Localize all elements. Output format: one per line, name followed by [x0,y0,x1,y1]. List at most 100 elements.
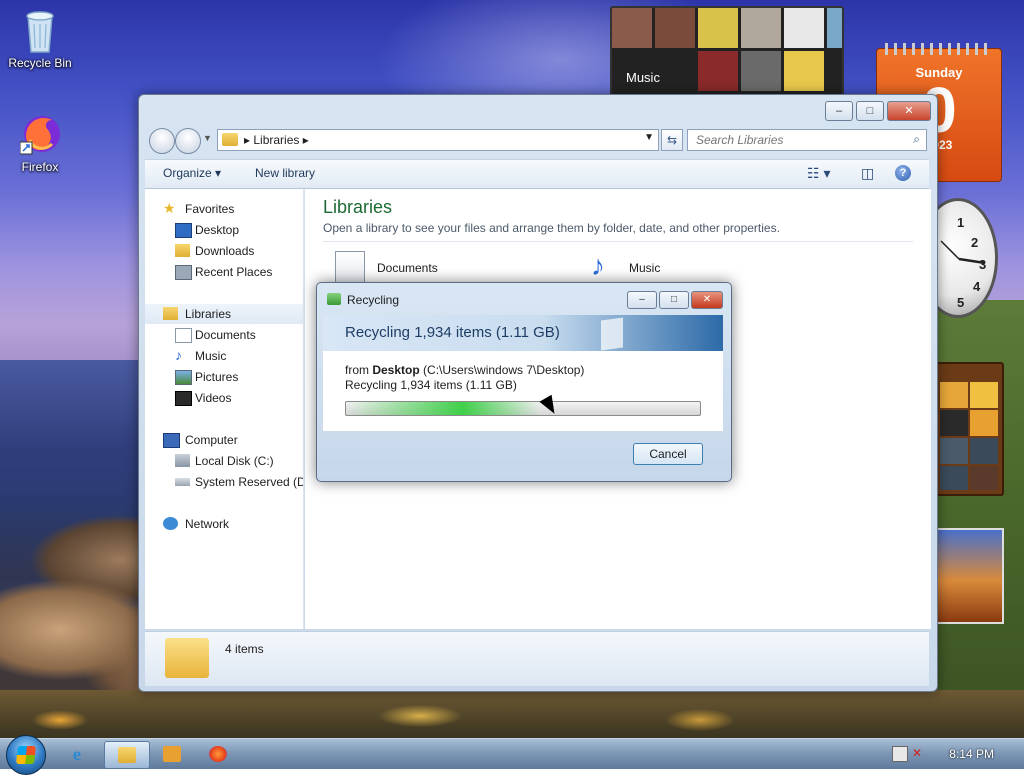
recycling-dialog[interactable]: Recycling – □ ✕ Recycling 1,934 items (1.1… [316,282,732,482]
media-tile[interactable] [741,8,781,48]
cancel-button[interactable]: Cancel [633,443,703,465]
picture-puzzle-gadget[interactable] [934,362,1004,496]
local-disk-icon [175,454,190,467]
recent-places-icon [175,265,192,280]
nav-item-downloads[interactable]: Downloads [145,241,303,261]
nav-item-label: Music [195,349,227,363]
dialog-banner: Recycling 1,934 items (1.11 GB) [323,315,723,351]
maximize-button[interactable]: □ [659,291,689,309]
close-button[interactable]: ✕ [691,291,723,309]
windows-explorer-icon [118,747,136,763]
media-center-gadget[interactable]: Music [610,6,844,100]
nav-item-desktop[interactable]: Desktop [145,220,303,240]
desktop-icon-firefox[interactable]: Firefox [0,112,80,174]
action-center-icon[interactable] [892,746,908,762]
taskbar-internet-explorer[interactable]: e [60,741,104,767]
nav-item-label: Downloads [195,244,255,258]
media-tile[interactable] [612,8,652,48]
help-icon[interactable]: ? [895,165,911,181]
address-dropdown-icon[interactable]: ▼ [644,132,654,143]
nav-favorites[interactable]: ★ Favorites [145,199,303,219]
firefox-icon [19,112,60,156]
preview-pane-icon[interactable]: ◫ [861,165,874,182]
start-button[interactable] [6,735,46,775]
recycling-icon [327,293,341,305]
libraries-folder-icon [165,638,209,678]
recent-pages-chevron-icon[interactable]: ▼ [203,133,212,143]
source-line: from Desktop (C:\Users\windows 7\Desktop… [345,363,584,377]
window-caption-buttons: – □ ✕ [822,101,931,121]
nav-libraries[interactable]: Libraries [145,304,303,324]
nav-network-label: Network [185,517,230,531]
media-play-icon[interactable] [741,51,781,91]
refresh-button[interactable]: ⇆ [661,129,683,151]
breadcrumb[interactable]: ▸ Libraries ▸ [244,133,309,147]
nav-computer[interactable]: Computer [145,430,303,450]
media-player-icon [163,746,181,762]
nav-item-system-reserved[interactable]: System Reserved (D: [145,472,303,492]
media-tile[interactable] [784,8,824,48]
media-gadget-label: Music [626,70,660,85]
search-box[interactable]: ⌕ [687,129,927,151]
nav-item-music[interactable]: ♪ Music [145,346,303,366]
nav-item-recent-places[interactable]: Recent Places [145,262,303,282]
address-bar[interactable]: ▸ Libraries ▸ ▼ [217,129,659,151]
back-button[interactable] [149,128,175,154]
nav-item-documents[interactable]: Documents [145,325,303,345]
library-music[interactable]: ♪ Music [591,251,751,285]
firefox-icon [209,746,227,762]
recycle-bin-icon [20,8,60,53]
puzzle-tiles [940,382,998,490]
media-tile[interactable] [784,51,824,91]
media-tile[interactable] [698,51,738,91]
close-button[interactable]: ✕ [887,101,931,121]
desktop-icon-recycle-bin[interactable]: Recycle Bin [0,8,80,70]
nav-item-local-disk[interactable]: Local Disk (C:) [145,451,303,471]
divider [323,241,913,242]
desktop-icon-label: Recycle Bin [8,56,72,70]
flying-page-icon [601,317,623,351]
nav-network[interactable]: Network [145,514,303,534]
navigation-pane: ★ Favorites Desktop Downloads Recent Pla… [145,189,304,629]
media-tile[interactable] [827,8,842,48]
media-tile[interactable] [698,8,738,48]
slide-show-gadget[interactable] [934,528,1004,624]
new-library-button[interactable]: New library [255,166,315,180]
nav-computer-label: Computer [185,433,238,447]
library-label: Music [629,261,661,275]
minimize-button[interactable]: – [627,291,657,309]
minimize-button[interactable]: – [825,101,853,121]
detail-line: Recycling 1,934 items (1.11 GB) [345,378,517,392]
taskbar-media-player[interactable] [150,741,194,767]
windows-logo-icon [16,746,36,764]
breadcrumb-libraries[interactable]: Libraries [253,133,299,147]
forward-button[interactable] [175,128,201,154]
wallpaper-flowers [0,690,1024,738]
from-prefix: from [345,363,369,377]
taskbar-windows-explorer[interactable] [104,741,150,769]
navigation-row: ▼ ▸ Libraries ▸ ▼ ⇆ ⌕ [147,127,929,154]
taskbar-firefox[interactable] [196,741,240,767]
maximize-button[interactable]: □ [856,101,884,121]
calendar-rings [885,43,993,55]
library-documents[interactable]: Documents [335,251,495,285]
nav-item-label: Local Disk (C:) [195,454,274,468]
command-bar: Organize ▾ New library ☷ ▾ ◫ ? [145,159,929,189]
taskbar-clock[interactable]: 8:14 PM [949,747,994,761]
media-tile[interactable] [655,8,695,48]
search-input[interactable] [694,130,908,150]
search-icon[interactable]: ⌕ [913,132,920,147]
star-icon: ★ [163,200,176,216]
change-view-icon[interactable]: ☷ ▾ [807,165,830,182]
nav-item-pictures[interactable]: Pictures [145,367,303,387]
details-pane: 4 items [145,631,929,686]
volume-muted-icon[interactable]: ✕ [912,746,926,760]
source-path: (C:\Users\windows 7\Desktop) [423,363,585,377]
nav-item-label: Videos [195,391,232,405]
dialog-title: Recycling [347,293,400,307]
nav-item-videos[interactable]: Videos [145,388,303,408]
music-library-icon: ♪ [591,250,605,281]
music-note-icon: ♪ [175,347,182,363]
organize-button[interactable]: Organize ▾ [163,166,221,180]
dialog-headline: Recycling 1,934 items (1.11 GB) [345,324,560,341]
